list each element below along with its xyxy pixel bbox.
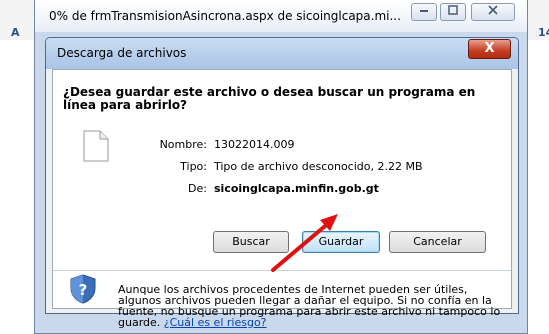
risk-link[interactable]: ¿Cuál es el riesgo? (164, 316, 267, 329)
cancel-button[interactable]: Cancelar (389, 231, 486, 253)
dialog-title: Descarga de archivos (57, 46, 187, 60)
minimize-button[interactable] (411, 3, 437, 21)
close-icon (488, 5, 498, 15)
svg-text:?: ? (79, 281, 88, 299)
type-label: Tipo: (180, 160, 207, 173)
window-titlebar: 0% de frmTransmisionAsincrona.aspx de si… (35, 0, 527, 32)
background-text-left: A (11, 26, 20, 39)
name-value: 13022014.009 (214, 138, 295, 151)
dialog-divider (53, 270, 511, 271)
type-value: Tipo de archivo desconocido, 2.22 MB (214, 160, 423, 173)
security-warning: Aunque los archivos procedentes de Inter… (118, 284, 503, 328)
shield-warning-icon: ? (70, 274, 96, 304)
dialog-titlebar: Descarga de archivos X (46, 38, 518, 69)
download-question: ¿Desea guardar este archivo o desea busc… (63, 85, 476, 112)
file-icon (83, 130, 109, 162)
minimize-icon (420, 10, 428, 12)
window-close-button[interactable] (471, 3, 515, 21)
from-value: sicoinglcapa.minfin.gob.gt (214, 182, 379, 195)
name-label: Nombre: (159, 138, 207, 151)
dialog-body: ¿Desea guardar este archivo o desea busc… (52, 69, 512, 328)
file-download-dialog: Descarga de archivos X ¿Desea guardar es… (45, 37, 519, 328)
background-text-right: 14 (538, 26, 549, 39)
save-button[interactable]: Guardar (302, 231, 380, 253)
maximize-icon (448, 5, 458, 15)
search-button[interactable]: Buscar (213, 231, 289, 253)
from-label: De: (188, 182, 207, 195)
maximize-button[interactable] (440, 3, 466, 21)
window-title: 0% de frmTransmisionAsincrona.aspx de si… (49, 9, 401, 23)
dialog-close-button[interactable]: X (468, 39, 511, 59)
